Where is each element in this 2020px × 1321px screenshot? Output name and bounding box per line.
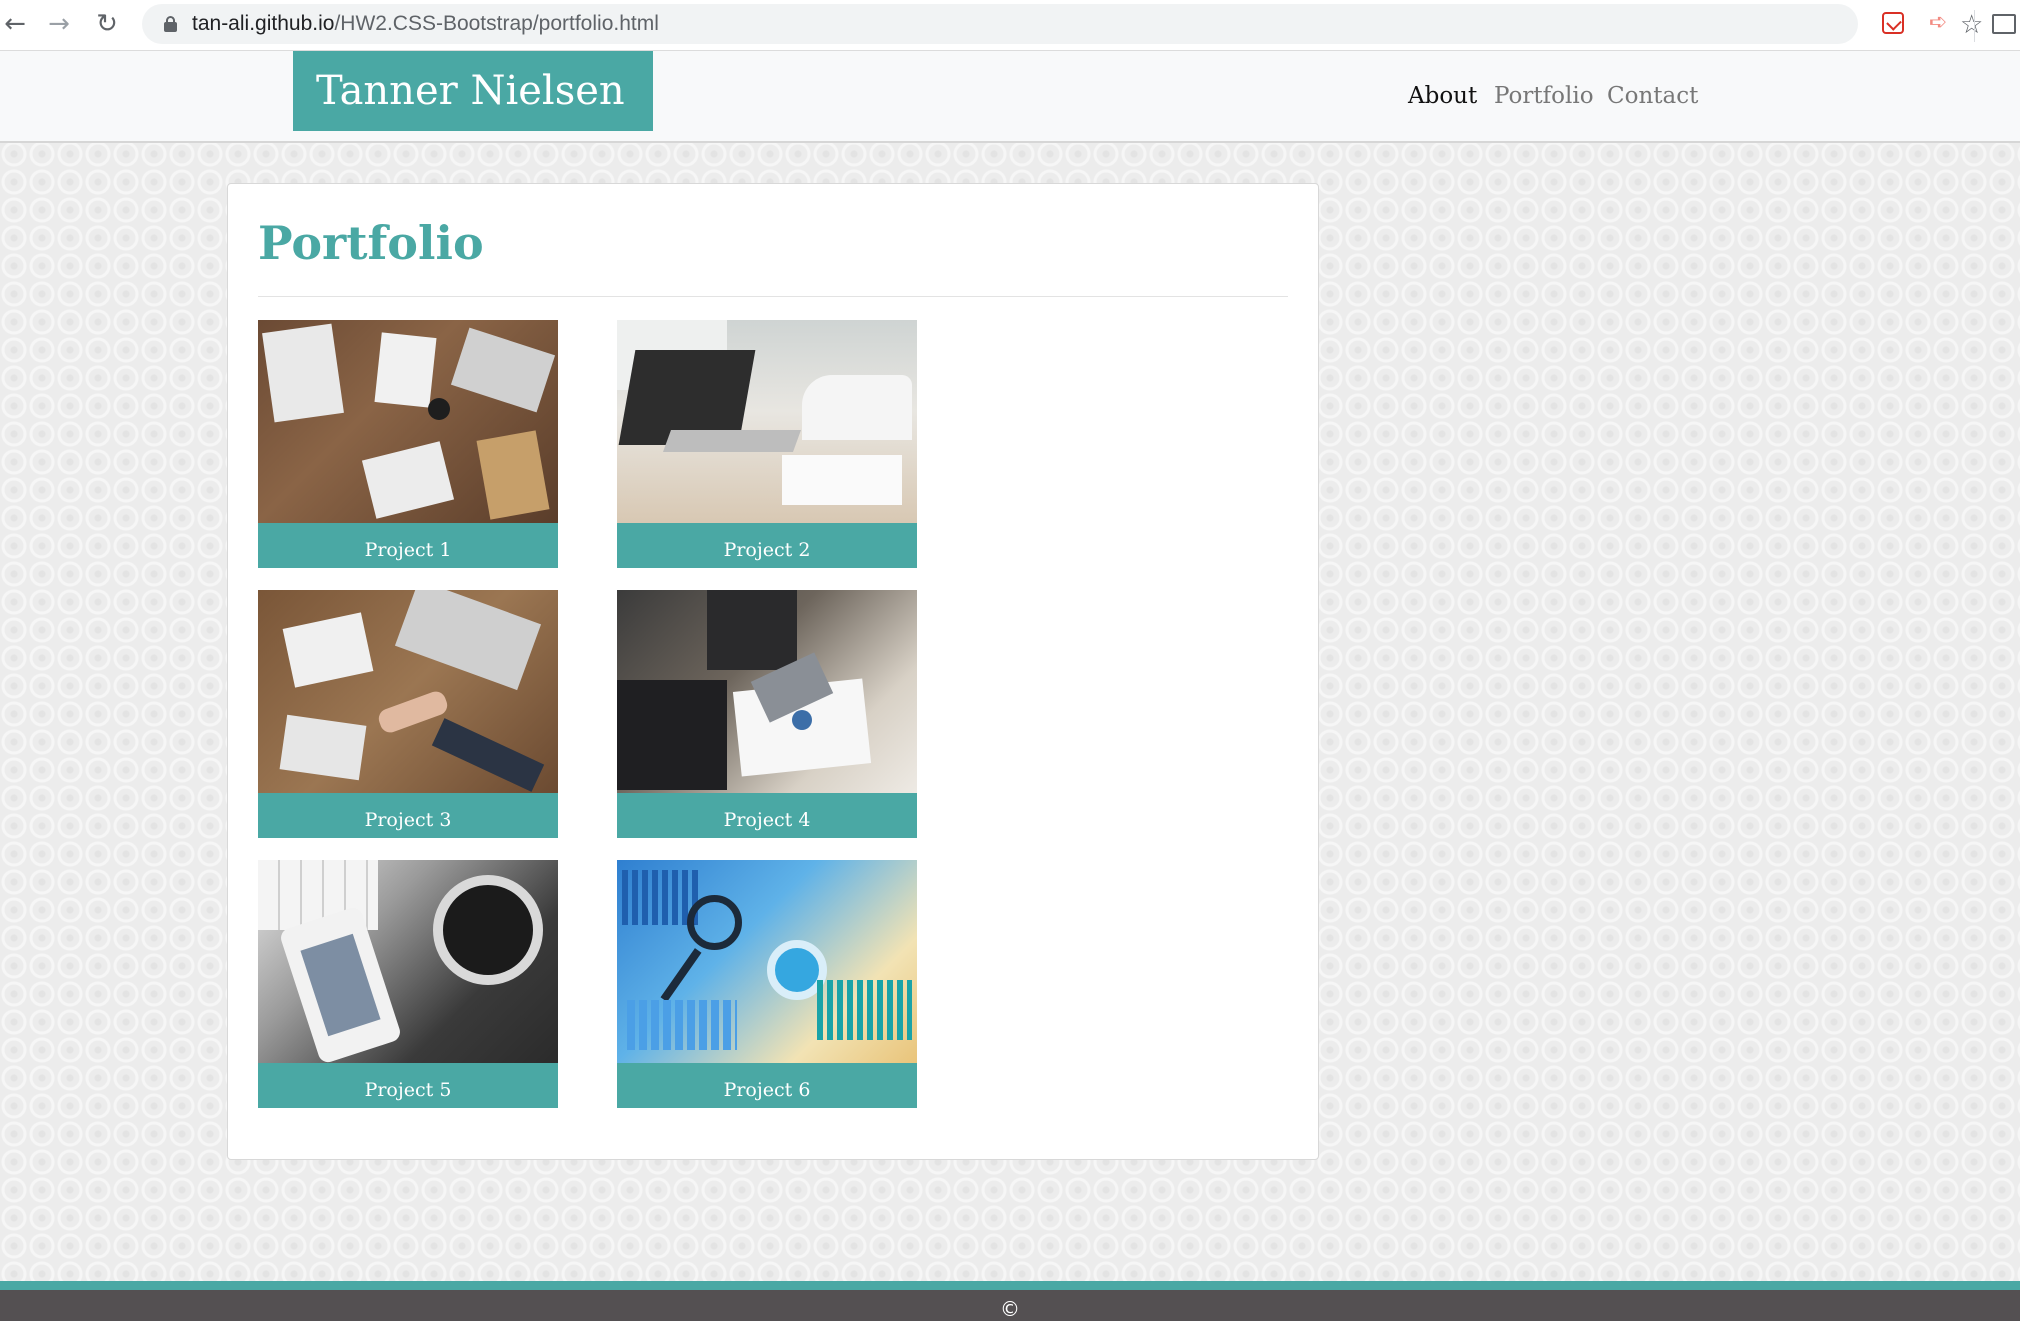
project-5-image[interactable] bbox=[258, 860, 558, 1063]
reload-icon[interactable]: ↻ bbox=[92, 9, 122, 39]
project-tile-2[interactable]: Project 2 bbox=[617, 320, 917, 568]
footer: © bbox=[0, 1290, 2020, 1321]
project-5-caption[interactable]: Project 5 bbox=[258, 1063, 558, 1108]
bookmark-star-icon[interactable]: ☆ bbox=[1960, 10, 1983, 40]
project-3-caption[interactable]: Project 3 bbox=[258, 793, 558, 838]
address-bar[interactable]: tan-ali.github.io/HW2.CSS-Bootstrap/port… bbox=[142, 4, 1983, 44]
brand-logo[interactable]: Tanner Nielsen bbox=[293, 51, 653, 131]
site-navbar: Tanner Nielsen About Portfolio Contact bbox=[0, 51, 2020, 143]
page-title: Portfolio bbox=[258, 216, 484, 270]
project-2-caption[interactable]: Project 2 bbox=[617, 523, 917, 568]
project-1-image[interactable] bbox=[258, 320, 558, 523]
project-6-caption[interactable]: Project 6 bbox=[617, 1063, 917, 1108]
url-path: /HW2.CSS-Bootstrap/portfolio.html bbox=[334, 12, 659, 35]
project-tile-1[interactable]: Project 1 bbox=[258, 320, 558, 568]
forward-arrow-icon[interactable]: → bbox=[44, 9, 74, 39]
project-1-caption[interactable]: Project 1 bbox=[258, 523, 558, 568]
lock-icon[interactable] bbox=[164, 16, 177, 32]
nav-link-portfolio[interactable]: Portfolio bbox=[1494, 83, 1594, 109]
project-6-image[interactable] bbox=[617, 860, 917, 1063]
nav-link-contact[interactable]: Contact bbox=[1607, 83, 1698, 109]
project-tile-6[interactable]: Project 6 bbox=[617, 860, 917, 1108]
footer-accent-stripe bbox=[0, 1281, 2020, 1290]
project-4-caption[interactable]: Project 4 bbox=[617, 793, 917, 838]
url-host: tan-ali.github.io bbox=[192, 12, 335, 35]
project-4-image[interactable] bbox=[617, 590, 917, 793]
project-2-image[interactable] bbox=[617, 320, 917, 523]
project-tile-3[interactable]: Project 3 bbox=[258, 590, 558, 838]
cast-icon[interactable] bbox=[1992, 14, 2016, 34]
extension-icon[interactable]: ➪ bbox=[1929, 10, 1947, 35]
nav-link-about[interactable]: About bbox=[1408, 83, 1477, 109]
project-3-image[interactable] bbox=[258, 590, 558, 793]
pocket-extension-icon[interactable] bbox=[1882, 12, 1904, 34]
browser-toolbar: ← → ↻ tan-ali.github.io/HW2.CSS-Bootstra… bbox=[0, 0, 2020, 51]
title-divider bbox=[258, 296, 1288, 297]
url-text[interactable]: tan-ali.github.io/HW2.CSS-Bootstrap/port… bbox=[192, 12, 659, 36]
portfolio-card: Portfolio Project 1 Project 2 Project 3 … bbox=[227, 183, 1319, 1160]
project-tile-4[interactable]: Project 4 bbox=[617, 590, 917, 838]
back-arrow-icon[interactable]: ← bbox=[0, 9, 30, 39]
project-tile-5[interactable]: Project 5 bbox=[258, 860, 558, 1108]
toolbar-divider bbox=[1974, 10, 1975, 42]
copyright-text: © bbox=[1000, 1297, 1020, 1321]
